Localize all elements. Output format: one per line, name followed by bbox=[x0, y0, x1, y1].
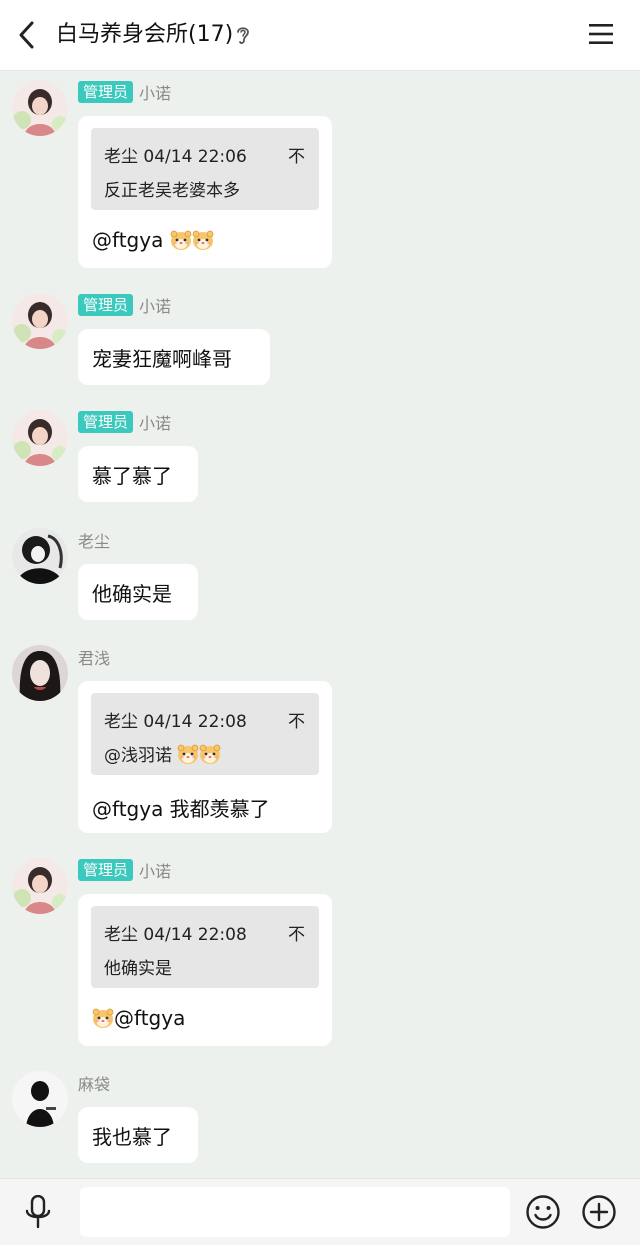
ear-icon[interactable] bbox=[236, 24, 250, 46]
avatar[interactable] bbox=[12, 645, 68, 701]
message-meta: 管理员 小诺 bbox=[78, 858, 171, 882]
message-bubble[interactable]: 宠妻狂魔啊峰哥 bbox=[78, 329, 270, 385]
hamster-emoji-icon bbox=[199, 744, 221, 765]
message-meta: 君浅 bbox=[78, 645, 110, 669]
message-text-row: @ftgya bbox=[92, 1006, 185, 1030]
message-input[interactable] bbox=[80, 1187, 510, 1237]
admin-badge: 管理员 bbox=[78, 81, 134, 103]
message-meta: 管理员 小诺 bbox=[78, 410, 171, 434]
hamburger-menu-icon[interactable] bbox=[589, 24, 613, 44]
sender-name: 小诺 bbox=[139, 862, 172, 881]
hamster-emoji-icon bbox=[192, 230, 214, 251]
admin-badge: 管理员 bbox=[78, 294, 134, 316]
sender-name: 小诺 bbox=[139, 297, 172, 316]
message-text: @ftgya bbox=[92, 228, 164, 252]
chat-header: 白马养身会所(17) bbox=[0, 0, 640, 71]
admin-badge: 管理员 bbox=[78, 411, 134, 433]
chevron-left-icon[interactable] bbox=[16, 20, 38, 50]
plus-circle-icon[interactable] bbox=[581, 1194, 617, 1230]
message-text: 他确实是 bbox=[92, 582, 172, 606]
quote-body: 他确实是 bbox=[104, 959, 172, 979]
quoted-message[interactable]: 老尘 04/14 22:06 不 反正老吴老婆本多 bbox=[91, 128, 319, 210]
microphone-icon[interactable] bbox=[24, 1195, 52, 1229]
message-text: @ftgya bbox=[114, 1006, 186, 1030]
quote-pin-label: 不 bbox=[288, 925, 305, 945]
quote-body-row: @浅羽诺 bbox=[104, 741, 221, 766]
input-bar bbox=[0, 1178, 640, 1245]
avatar[interactable] bbox=[12, 293, 68, 349]
message-meta: 管理员 小诺 bbox=[78, 293, 171, 317]
sender-name: 小诺 bbox=[139, 84, 172, 103]
message-text: @ftgya 我都羡慕了 bbox=[92, 797, 270, 821]
message-text: 我也慕了 bbox=[92, 1125, 172, 1149]
avatar[interactable] bbox=[12, 1071, 68, 1127]
quote-body: @浅羽诺 bbox=[104, 746, 172, 766]
quote-pin-label: 不 bbox=[288, 147, 305, 167]
sender-name: 麻袋 bbox=[78, 1075, 111, 1094]
quoted-message[interactable]: 老尘 04/14 22:08 不 @浅羽诺 bbox=[91, 693, 319, 775]
quote-header: 老尘 04/14 22:06 bbox=[104, 147, 247, 167]
chat-title: 白马养身会所(17) bbox=[56, 22, 234, 47]
hamster-emoji-icon bbox=[170, 230, 192, 251]
quote-header: 老尘 04/14 22:08 bbox=[104, 925, 247, 945]
message-bubble[interactable]: 慕了慕了 bbox=[78, 446, 198, 502]
message-bubble[interactable]: 老尘 04/14 22:08 不 他确实是 @ftgya bbox=[78, 894, 332, 1046]
avatar[interactable] bbox=[12, 528, 68, 584]
message-meta: 管理员 小诺 bbox=[78, 80, 171, 104]
message-bubble[interactable]: 老尘 04/14 22:08 不 @浅羽诺 @ftgya 我都羡慕了 bbox=[78, 681, 332, 833]
quote-body: 反正老吴老婆本多 bbox=[104, 181, 240, 201]
quoted-message[interactable]: 老尘 04/14 22:08 不 他确实是 bbox=[91, 906, 319, 988]
sender-name: 小诺 bbox=[139, 414, 172, 433]
quote-pin-label: 不 bbox=[288, 712, 305, 732]
message-bubble[interactable]: 他确实是 bbox=[78, 564, 198, 620]
message-bubble[interactable]: 老尘 04/14 22:06 不 反正老吴老婆本多 @ftgya bbox=[78, 116, 332, 268]
hamster-emoji-icon bbox=[177, 744, 199, 765]
admin-badge: 管理员 bbox=[78, 859, 134, 881]
message-meta: 老尘 bbox=[78, 528, 110, 552]
avatar[interactable] bbox=[12, 410, 68, 466]
message-bubble[interactable]: 我也慕了 bbox=[78, 1107, 198, 1163]
sender-name: 老尘 bbox=[78, 532, 111, 551]
sender-name: 君浅 bbox=[78, 649, 111, 668]
avatar[interactable] bbox=[12, 80, 68, 136]
message-text-row: @ftgya bbox=[92, 228, 214, 252]
message-text: 宠妻狂魔啊峰哥 bbox=[92, 347, 232, 371]
avatar[interactable] bbox=[12, 858, 68, 914]
quote-header: 老尘 04/14 22:08 bbox=[104, 712, 247, 732]
hamster-emoji-icon bbox=[92, 1008, 114, 1029]
smile-icon[interactable] bbox=[525, 1194, 561, 1230]
message-meta: 麻袋 bbox=[78, 1071, 110, 1095]
message-text: 慕了慕了 bbox=[92, 464, 172, 488]
